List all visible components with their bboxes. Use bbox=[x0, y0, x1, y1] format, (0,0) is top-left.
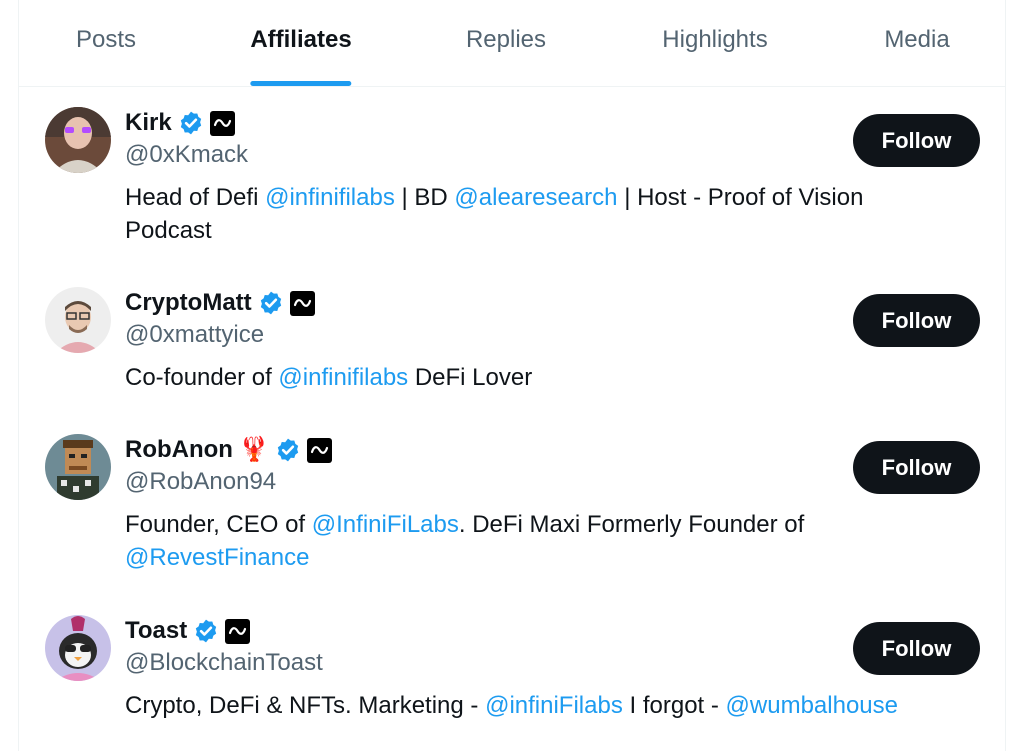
name-row: RobAnon 🦞 bbox=[125, 434, 332, 466]
verified-badge-icon bbox=[258, 290, 284, 316]
lobster-emoji-icon: 🦞 bbox=[238, 436, 269, 463]
name-row: Toast bbox=[125, 615, 251, 647]
user-bio: Crypto, DeFi & NFTs. Marketing - @infini… bbox=[125, 689, 945, 722]
bio-text: . DeFi Maxi Formerly Founder of bbox=[458, 511, 805, 538]
bio-mention-link[interactable]: @wumbalhouse bbox=[726, 692, 898, 719]
bio-mention-link[interactable]: @infiniFilabs bbox=[485, 692, 623, 719]
name-row: CryptoMatt bbox=[125, 287, 315, 319]
bio-text: | BD bbox=[394, 184, 455, 211]
affiliate-org-badge-icon[interactable] bbox=[306, 437, 332, 463]
display-name[interactable]: Toast bbox=[125, 617, 187, 645]
user-bio: Founder, CEO of @InfiniFiLabs. DeFi Maxi… bbox=[125, 508, 945, 574]
bio-text: I forgot - bbox=[622, 692, 726, 719]
affiliate-org-badge-icon[interactable] bbox=[289, 290, 315, 316]
bio-text: Crypto, DeFi & NFTs. Marketing - bbox=[125, 692, 486, 719]
avatar-image bbox=[45, 615, 111, 681]
avatar[interactable] bbox=[45, 107, 111, 173]
user-handle[interactable]: @0xKmack bbox=[125, 141, 248, 169]
avatar[interactable] bbox=[45, 615, 111, 681]
profile-tabs: Posts Affiliates Replies Highlights Medi… bbox=[19, 0, 1005, 87]
user-bio: Co-founder of @infinifilabs DeFi Lover bbox=[125, 361, 945, 394]
bio-mention-link[interactable]: @infinifilabs bbox=[265, 184, 395, 211]
tab-posts[interactable]: Posts bbox=[76, 26, 136, 86]
bio-mention-link[interactable]: @InfiniFiLabs bbox=[312, 511, 459, 538]
bio-text: Co-founder of bbox=[125, 364, 279, 391]
tab-label: Posts bbox=[75, 26, 137, 53]
avatar-image bbox=[45, 287, 111, 353]
display-name[interactable]: RobAnon bbox=[125, 436, 233, 464]
avatar[interactable] bbox=[45, 434, 111, 500]
tab-media[interactable]: Media bbox=[884, 26, 949, 86]
bio-text: Founder, CEO of bbox=[125, 511, 312, 538]
avatar-image bbox=[45, 107, 111, 173]
display-name[interactable]: CryptoMatt bbox=[125, 289, 252, 317]
user-handle[interactable]: @RobAnon94 bbox=[125, 468, 276, 496]
tab-affiliates[interactable]: Affiliates bbox=[250, 26, 352, 86]
display-name[interactable]: Kirk bbox=[125, 109, 172, 137]
avatar[interactable] bbox=[45, 287, 111, 353]
name-row: Kirk bbox=[125, 107, 235, 139]
tab-label: Media bbox=[884, 26, 950, 53]
profile-affiliates-panel: Posts Affiliates Replies Highlights Medi… bbox=[18, 0, 1006, 751]
user-handle[interactable]: @0xmattyice bbox=[125, 321, 264, 349]
user-bio: Head of Defi @infinifilabs | BD @aleares… bbox=[125, 181, 945, 247]
follow-button[interactable]: Follow bbox=[853, 114, 980, 167]
follow-button[interactable]: Follow bbox=[853, 622, 980, 675]
tab-label: Affiliates bbox=[250, 26, 352, 53]
tab-replies[interactable]: Replies bbox=[466, 26, 546, 86]
bio-mention-link[interactable]: @infinifilabs bbox=[278, 364, 408, 391]
tab-highlights[interactable]: Highlights bbox=[662, 26, 767, 86]
tab-active-indicator bbox=[250, 81, 352, 86]
user-handle[interactable]: @BlockchainToast bbox=[125, 649, 323, 677]
verified-badge-icon bbox=[193, 618, 219, 644]
bio-text: Head of Defi bbox=[125, 184, 266, 211]
bio-text: DeFi Lover bbox=[408, 364, 533, 391]
tab-label: Highlights bbox=[662, 26, 768, 53]
bio-mention-link[interactable]: @RevestFinance bbox=[125, 544, 309, 571]
follow-button[interactable]: Follow bbox=[853, 294, 980, 347]
follow-button[interactable]: Follow bbox=[853, 441, 980, 494]
affiliate-org-badge-icon[interactable] bbox=[225, 618, 251, 644]
tab-label: Replies bbox=[465, 26, 547, 53]
verified-badge-icon bbox=[178, 110, 204, 136]
verified-badge-icon bbox=[275, 437, 301, 463]
avatar-image bbox=[45, 434, 111, 500]
bio-mention-link[interactable]: @alearesearch bbox=[454, 184, 617, 211]
affiliate-org-badge-icon[interactable] bbox=[209, 110, 235, 136]
